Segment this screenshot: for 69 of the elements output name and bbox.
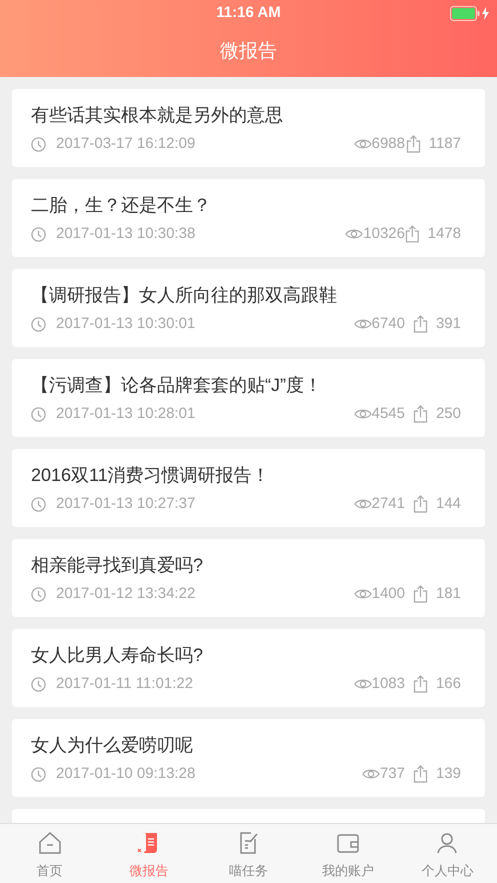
clock-icon: [31, 136, 46, 152]
view-count: 6740: [372, 314, 405, 334]
share-count: 181: [436, 584, 461, 604]
eye-icon: [354, 498, 372, 510]
home-icon: [36, 830, 63, 856]
view-count: 1400: [372, 584, 405, 604]
share-icon: [412, 315, 428, 334]
report-title: 女人比男人寿命长吗?: [31, 644, 204, 667]
share-icon: [406, 135, 421, 154]
report-time: 2017-03-17 16:12:09: [56, 134, 196, 154]
eye-icon: [354, 678, 372, 690]
clock-icon: [31, 766, 46, 782]
share-icon: [412, 765, 428, 784]
report-title: 【调研报告】女人所向往的那双高跟鞋: [31, 284, 338, 307]
share-count: 1187: [428, 134, 461, 154]
report-title: 有些话其实根本就是另外的意思: [31, 104, 284, 127]
status-time: 11:16 AM: [216, 3, 281, 24]
report-card[interactable]: 二胎，生？还是不生？ 2017-01-13 10:30:38 10326 1478: [12, 179, 485, 257]
battery-icon: [450, 6, 480, 21]
clock-icon: [31, 586, 46, 602]
clock-icon: [31, 496, 46, 512]
report-time: 2017-01-13 10:30:38: [56, 224, 196, 244]
page-title: 微报告: [220, 40, 277, 64]
report-title: 相亲能寻找到真爱吗?: [31, 554, 204, 577]
eye-icon: [354, 318, 372, 330]
report-time: 2017-01-13 10:27:37: [56, 494, 196, 514]
report-title: 女人为什么爱唠叨呢: [31, 734, 194, 757]
report-card[interactable]: 【调研报告】女人所向往的那双高跟鞋 2017-01-13 10:30:01 6740 391: [12, 269, 485, 347]
share-count: 139: [436, 764, 461, 784]
view-count: 6988: [372, 134, 405, 154]
report-card[interactable]: 有些话其实根本就是另外的意思 2017-03-17 16:12:09 6988 1187: [12, 89, 485, 167]
charging-icon: [482, 7, 489, 20]
share-icon: [412, 495, 428, 514]
view-count: 10326: [363, 224, 405, 244]
report-card[interactable]: 女人比男人寿命长吗? 2017-01-11 11:01:22 1083 166: [12, 629, 485, 707]
share-count: 1478: [428, 224, 461, 244]
view-count: 737: [380, 764, 405, 784]
share-count: 250: [436, 404, 461, 424]
view-count: 4545: [372, 404, 405, 424]
clock-icon: [31, 406, 46, 422]
clock-icon: [31, 226, 46, 242]
eye-icon: [354, 408, 372, 420]
share-count: 391: [436, 314, 461, 334]
report-card[interactable]: 2016双11消费习惯调研报告！ 2017-01-13 10:27:37 2741 144: [12, 449, 485, 527]
share-icon: [405, 225, 420, 244]
report-title: 【污调查】论各品牌套套的贴“J”度！: [31, 374, 323, 397]
eye-icon: [354, 138, 372, 150]
share-icon: [412, 675, 428, 694]
share-count: 144: [436, 494, 461, 514]
clock-icon: [31, 676, 46, 692]
view-count: 2741: [372, 494, 405, 514]
eye-icon: [362, 768, 380, 780]
report-time: 2017-01-11 11:01:22: [56, 674, 194, 694]
report-time: 2017-01-13 10:28:01: [56, 404, 196, 424]
report-card[interactable]: 相亲能寻找到真爱吗? 2017-01-12 13:34:22 1400 181: [12, 539, 485, 617]
report-time: 2017-01-13 10:30:01: [56, 314, 196, 334]
report-time: 2017-01-12 13:34:22: [56, 584, 196, 604]
report-title: 2016双11消费习惯调研报告！: [31, 464, 271, 487]
share-icon: [412, 585, 428, 604]
report-card[interactable]: 【污调查】论各品牌套套的贴“J”度！ 2017-01-13 10:28:01 4545 250: [12, 359, 485, 437]
eye-icon: [345, 228, 364, 240]
clock-icon: [31, 316, 46, 332]
eye-icon: [354, 588, 372, 600]
view-count: 1083: [372, 674, 405, 694]
share-count: 166: [436, 674, 461, 694]
share-icon: [412, 405, 428, 424]
report-title: 二胎，生？还是不生？: [31, 194, 212, 217]
report-time: 2017-01-10 09:13:28: [56, 764, 196, 784]
report-card[interactable]: 女人为什么爱唠叨呢 2017-01-10 09:13:28 737 139: [12, 719, 485, 797]
